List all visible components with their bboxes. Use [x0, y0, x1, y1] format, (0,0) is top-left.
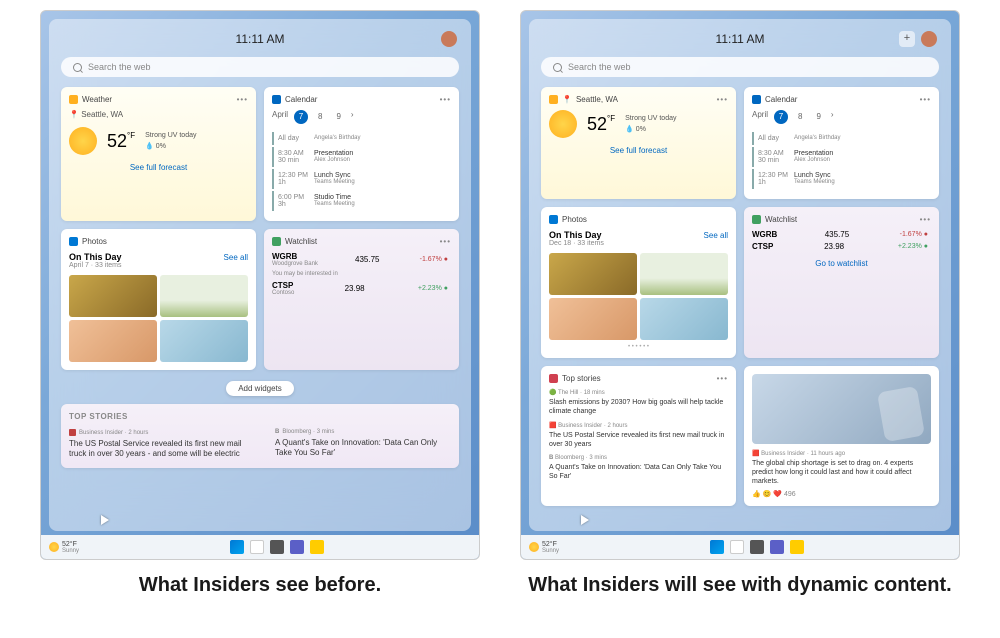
calendar-icon: [752, 95, 761, 104]
top-stories-widget[interactable]: Top stories ••• 🟢 The Hill · 18 minsSlas…: [541, 366, 736, 506]
weather-icon: [549, 95, 558, 104]
calendar-icon: [272, 95, 281, 104]
clock: 11:11 AM: [236, 32, 285, 46]
more-icon[interactable]: •••: [717, 95, 728, 104]
top-stories-widget[interactable]: TOP STORIES Business Insider · 2 hoursTh…: [61, 404, 459, 468]
watchlist-icon: [272, 237, 281, 246]
start-icon[interactable]: [230, 540, 244, 554]
search-icon: [73, 63, 82, 72]
explorer-icon[interactable]: [790, 540, 804, 554]
more-icon[interactable]: •••: [440, 95, 451, 104]
photos-widget[interactable]: Photos On This DayApril 7 · 33 itemsSee …: [61, 229, 256, 370]
photo-thumb[interactable]: [640, 253, 728, 295]
avatar[interactable]: [441, 31, 457, 47]
photo-thumb[interactable]: [160, 275, 248, 317]
search-icon: [553, 63, 562, 72]
add-widgets-row: Add widgets: [61, 378, 459, 396]
avatar[interactable]: [921, 31, 937, 47]
photo-thumb[interactable]: [549, 253, 637, 295]
watchlist-widget[interactable]: Watchlist ••• WGRBWoodgrove Bank435.75-1…: [264, 229, 459, 370]
reactions[interactable]: 👍 😊 ❤️ 496: [752, 490, 931, 498]
explorer-icon[interactable]: [310, 540, 324, 554]
add-widgets-button[interactable]: Add widgets: [226, 381, 294, 396]
watchlist-widget[interactable]: Watchlist ••• WGRB435.75-1.67% ● CTSP23.…: [744, 207, 939, 358]
weather-taskbar-icon: [49, 542, 59, 552]
screenshot-after: 11:11 AM + Search the web 📍 Seattle, WA …: [520, 10, 960, 560]
source-icon: [69, 429, 76, 436]
search-taskbar-icon[interactable]: [250, 540, 264, 554]
photo-thumb[interactable]: [640, 298, 728, 340]
start-icon[interactable]: [710, 540, 724, 554]
photos-icon: [69, 237, 78, 246]
photo-thumb[interactable]: [69, 275, 157, 317]
taskview-icon[interactable]: [270, 540, 284, 554]
taskbar[interactable]: 52°FSunny: [521, 535, 959, 559]
more-icon[interactable]: •••: [440, 237, 451, 246]
forecast-link[interactable]: See full forecast: [549, 146, 728, 155]
calendar-widget[interactable]: Calendar ••• April789› All dayAngela's B…: [744, 87, 939, 199]
screenshot-before: 11:11 AM Search the web Weather ••• 📍 Se…: [40, 10, 480, 560]
photo-thumb[interactable]: [160, 320, 248, 362]
news-image: [752, 374, 931, 444]
taskbar[interactable]: 52°FSunny: [41, 535, 479, 559]
teams-icon[interactable]: [290, 540, 304, 554]
photo-thumb[interactable]: [69, 320, 157, 362]
cursor-icon: [581, 515, 591, 529]
cursor-icon: [101, 515, 111, 529]
more-icon[interactable]: •••: [920, 215, 931, 224]
search-input[interactable]: Search the web: [541, 57, 939, 77]
weather-icon: [69, 95, 78, 104]
more-icon[interactable]: •••: [717, 374, 728, 383]
weather-taskbar-icon: [529, 542, 539, 552]
photos-widget[interactable]: Photos On This DayDec 18 · 33 itemsSee a…: [541, 207, 736, 358]
photos-icon: [549, 215, 558, 224]
photo-thumb[interactable]: [549, 298, 637, 340]
forecast-link[interactable]: See full forecast: [69, 163, 248, 172]
more-icon[interactable]: •••: [237, 95, 248, 104]
news-icon: [549, 374, 558, 383]
see-all-link[interactable]: See all: [704, 231, 728, 240]
watchlist-link[interactable]: Go to watchlist: [752, 259, 931, 268]
teams-icon[interactable]: [770, 540, 784, 554]
news-feature-widget[interactable]: 🟥 Business Insider · 11 hours ago The gl…: [744, 366, 939, 506]
caption-before: What Insiders see before.: [40, 572, 480, 598]
clock: 11:11 AM: [716, 32, 765, 46]
weather-widget[interactable]: Weather ••• 📍 Seattle, WA 52°F Strong UV…: [61, 87, 256, 221]
taskview-icon[interactable]: [750, 540, 764, 554]
sun-icon: [69, 127, 97, 155]
search-input[interactable]: Search the web: [61, 57, 459, 77]
sun-icon: [549, 110, 577, 138]
add-icon[interactable]: +: [899, 31, 915, 47]
weather-widget[interactable]: 📍 Seattle, WA ••• 52°F Strong UV today💧 …: [541, 87, 736, 199]
caption-after: What Insiders will see with dynamic cont…: [520, 572, 960, 598]
watchlist-icon: [752, 215, 761, 224]
more-icon[interactable]: •••: [920, 95, 931, 104]
search-taskbar-icon[interactable]: [730, 540, 744, 554]
see-all-link[interactable]: See all: [224, 253, 248, 262]
calendar-widget[interactable]: Calendar ••• April789› All dayAngela's B…: [264, 87, 459, 221]
